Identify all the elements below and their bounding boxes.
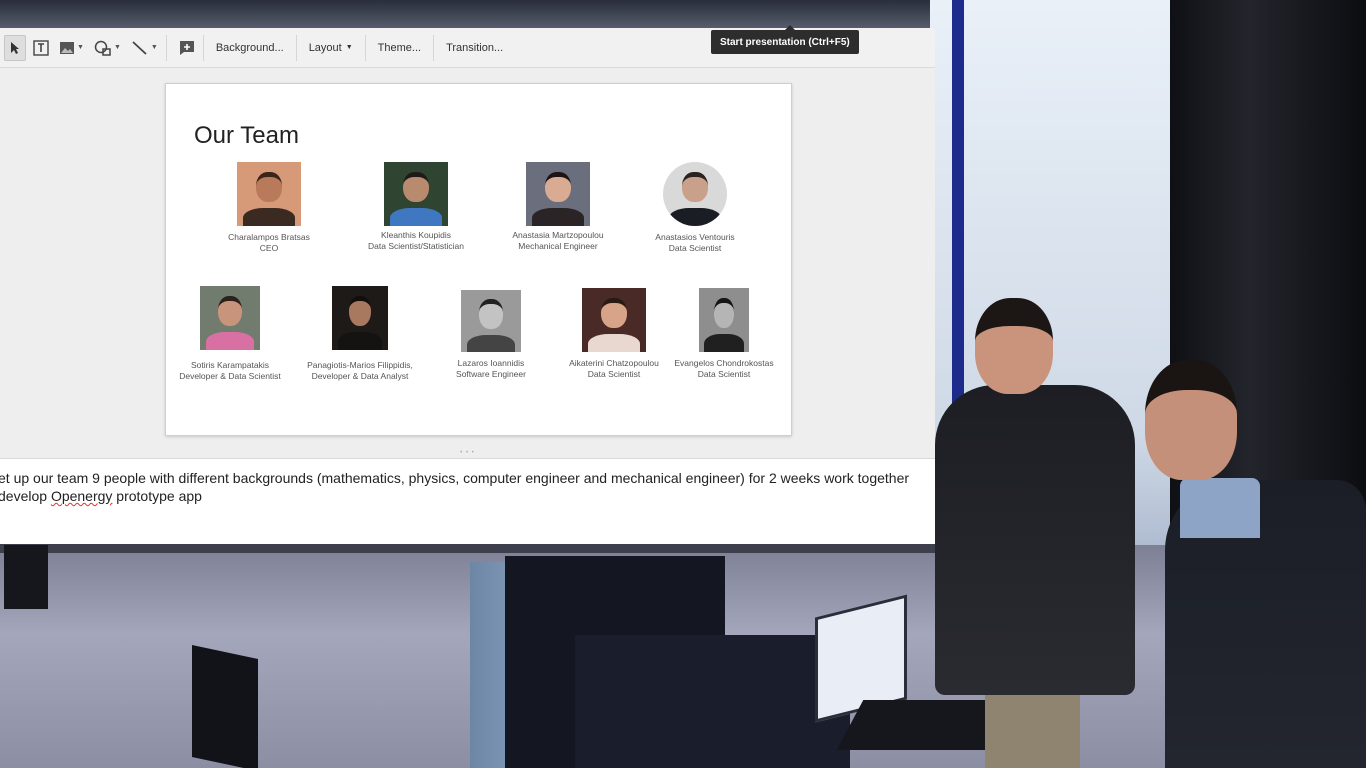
podium-front [575,635,850,768]
member-role: Developer & Data Scientist [179,371,281,381]
member-name: Aikaterini Chatzopoulou [569,358,659,368]
start-presentation-tooltip: Start presentation (Ctrl+F5) [711,25,859,54]
member-name: Charalampos Bratsas [228,232,310,242]
member-role: CEO [259,243,279,253]
second-presenter-head [1145,360,1237,480]
notes-text: develop [0,488,51,504]
toolbar-divider [165,34,167,61]
image-icon[interactable]: ▼ [56,35,87,61]
team-member[interactable]: Anastasios Ventouris Data Scientist [640,162,750,254]
shape-icon[interactable]: ▼ [91,35,124,61]
member-role: Software Engineer [456,369,526,379]
team-member[interactable]: Panagiotis-Marios Filippidis, Developer … [298,286,422,382]
notes-misspelled-word: Openergy [50,488,113,504]
theme-button[interactable]: Theme... [371,35,428,61]
team-member[interactable]: Sotiris Karampatakis Developer & Data Sc… [170,286,290,382]
presenter-head [975,298,1053,394]
member-photo [200,286,260,350]
select-pointer-icon[interactable] [4,34,26,61]
text-box-icon[interactable] [30,35,52,61]
member-photo [461,290,521,352]
team-member[interactable]: Aikaterini Chatzopoulou Data Scientist [554,288,674,380]
chevron-down-icon: ▼ [113,44,121,51]
member-role: Data Scientist [697,369,751,379]
notes-text: prototype app [112,488,202,504]
presenter-legs [985,690,1080,768]
member-photo [332,286,388,350]
toolbar-divider [364,34,366,61]
notes-resize-handle[interactable]: • • • [0,448,935,458]
member-role: Mechanical Engineer [518,241,598,251]
chevron-down-icon: ▼ [77,44,84,51]
layout-menu-label: Layout [308,41,342,54]
slides-editor: ▼ ▼ ▼ Background... Layout ▼ Theme... Tr… [0,25,935,544]
add-comment-icon[interactable] [176,35,198,61]
member-role: Data Scientist [668,243,722,253]
member-name: Evangelos Chondrokostas [674,358,774,368]
member-name: Panagiotis-Marios Filippidis, [307,360,413,370]
toolbar-divider [433,34,435,61]
line-icon[interactable]: ▼ [128,35,161,61]
member-photo [237,162,301,226]
member-name: Lazaros Ioannidis [457,358,525,368]
speaker-notes[interactable]: et up our team 9 people with different b… [0,458,935,544]
stage-rail [0,543,950,553]
chevron-down-icon: ▼ [345,44,353,51]
member-photo [699,288,749,352]
presenter-body [935,385,1135,695]
tooltip-text: Start presentation (Ctrl+F5) [720,36,850,48]
layout-menu[interactable]: Layout ▼ [302,35,360,61]
team-member[interactable]: Charalampos Bratsas CEO [214,162,324,254]
floor-monitor [192,644,258,768]
team-member[interactable]: Evangelos Chondrokostas Data Scientist [664,288,784,380]
background-button[interactable]: Background... [209,35,291,61]
chevron-down-icon: ▼ [150,44,158,51]
member-photo [526,162,590,226]
member-role: Data Scientist/Statistician [368,241,464,251]
member-name: Anastasia Martzopoulou [512,230,604,240]
transition-button-label: Transition... [446,41,504,54]
member-name: Anastasios Ventouris [655,232,735,242]
member-photo [582,288,646,352]
background-button-label: Background... [215,41,284,54]
member-role: Developer & Data Analyst [311,371,409,381]
member-photo [384,162,448,226]
theme-button-label: Theme... [377,41,422,54]
team-member[interactable]: Anastasia Martzopoulou Mechanical Engine… [498,162,618,252]
notes-line: develop Openergy prototype app [0,487,935,505]
team-member[interactable]: Lazaros Ioannidis Software Engineer [432,290,550,380]
slide-canvas[interactable]: Our Team Charalampos Bratsas CEO Kleanth… [165,83,792,436]
floor-monitor [4,545,48,609]
member-photo [663,162,727,226]
member-name: Sotiris Karampatakis [191,360,269,370]
team-member[interactable]: Kleanthis Koupidis Data Scientist/Statis… [356,162,476,252]
member-role: Data Scientist [587,369,641,379]
toolbar-divider [295,34,297,61]
slide-title[interactable]: Our Team [194,122,299,150]
transition-button[interactable]: Transition... [439,35,510,61]
second-presenter-collar [1180,478,1260,538]
member-name: Kleanthis Koupidis [381,230,451,240]
toolbar-divider [202,34,204,61]
notes-line: et up our team 9 people with different b… [0,470,910,486]
